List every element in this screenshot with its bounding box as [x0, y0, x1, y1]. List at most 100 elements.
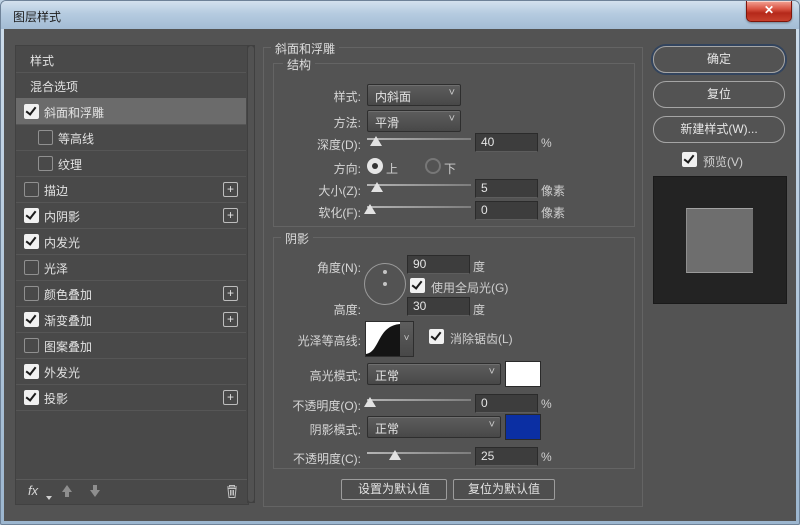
angle-field[interactable]: 90: [407, 255, 470, 274]
fx-menu-caret-icon: [46, 496, 52, 500]
close-button[interactable]: ✕: [746, 1, 792, 22]
shading-legend: 阴影: [281, 230, 313, 247]
depth-field[interactable]: 40: [475, 133, 538, 152]
depth-label: 深度(D):: [267, 136, 361, 153]
checkbox[interactable]: [24, 208, 39, 223]
slider-thumb[interactable]: [371, 182, 383, 192]
sidebar-item-stroke[interactable]: 描边 +: [16, 176, 246, 203]
slider-thumb[interactable]: [370, 136, 382, 146]
gloss-contour-thumbnail[interactable]: [365, 321, 401, 357]
ok-button[interactable]: 确定: [653, 46, 785, 73]
checkbox[interactable]: [38, 156, 53, 171]
size-field[interactable]: 5: [475, 179, 538, 198]
reset-default-button[interactable]: 复位为默认值: [453, 479, 555, 500]
chevron-down-icon: ˅: [489, 366, 495, 378]
window-title: 图层样式: [13, 8, 61, 25]
angle-dial[interactable]: [364, 263, 406, 305]
add-effect-icon[interactable]: +: [223, 312, 238, 327]
direction-label: 方向:: [267, 160, 361, 177]
sidebar-item-contour[interactable]: 等高线: [16, 124, 246, 151]
gloss-contour-label: 光泽等高线:: [267, 332, 361, 349]
sidebar-item-pattern-overlay[interactable]: 图案叠加: [16, 332, 246, 359]
add-effect-icon[interactable]: +: [223, 390, 238, 405]
set-default-button[interactable]: 设置为默认值: [341, 479, 447, 500]
highlight-opacity-slider[interactable]: [367, 394, 471, 408]
checkbox[interactable]: [24, 338, 39, 353]
sidebar-item-satin[interactable]: 光泽: [16, 254, 246, 281]
style-preview: [653, 176, 787, 304]
soften-field[interactable]: 0: [475, 201, 538, 220]
size-slider[interactable]: [367, 179, 471, 193]
style-dropdown[interactable]: 内斜面 ˅: [367, 84, 461, 106]
checkbox[interactable]: [24, 364, 39, 379]
sidebar-item-texture[interactable]: 纹理: [16, 150, 246, 177]
technique-label: 方法:: [267, 114, 361, 131]
highlight-mode-label: 高光模式:: [267, 367, 361, 384]
gloss-contour-dropdown[interactable]: ˅: [400, 321, 414, 357]
add-effect-icon[interactable]: +: [223, 286, 238, 301]
checkbox[interactable]: [24, 104, 39, 119]
soften-label: 软化(F):: [267, 204, 361, 221]
move-effect-up-button[interactable]: [60, 484, 74, 498]
sidebar-item-gradient-overlay[interactable]: 渐变叠加 +: [16, 306, 246, 333]
direction-up-radio[interactable]: [367, 158, 383, 174]
styles-list-scrollbar[interactable]: [247, 45, 255, 503]
checkbox[interactable]: [24, 312, 39, 327]
sidebar-item-color-overlay[interactable]: 颜色叠加 +: [16, 280, 246, 307]
highlight-opacity-field[interactable]: 0: [475, 394, 538, 413]
sidebar-item-inner-shadow[interactable]: 内阴影 +: [16, 202, 246, 229]
sidebar-item-bevel-emboss[interactable]: 斜面和浮雕: [16, 98, 246, 125]
sidebar-item-blending-options[interactable]: 混合选项: [16, 72, 246, 99]
highlight-mode-dropdown[interactable]: 正常 ˅: [367, 363, 501, 385]
titlebar[interactable]: 图层样式 ✕: [1, 1, 799, 29]
reset-button[interactable]: 复位: [653, 81, 785, 108]
angle-label: 角度(N):: [267, 259, 361, 276]
shadow-color-swatch[interactable]: [505, 414, 541, 440]
checkbox[interactable]: [24, 234, 39, 249]
move-effect-down-button[interactable]: [88, 484, 102, 498]
new-style-button[interactable]: 新建样式(W)...: [653, 116, 785, 143]
delete-effect-button[interactable]: [224, 483, 240, 499]
fx-menu-button[interactable]: fx: [28, 483, 38, 498]
trash-icon: [224, 483, 240, 499]
shadow-opacity-label: 不透明度(C):: [267, 450, 361, 467]
style-label: 样式:: [267, 88, 361, 105]
checkbox[interactable]: [38, 130, 53, 145]
angle-dial-marker: [383, 270, 387, 274]
styles-list-panel: 样式 混合选项 斜面和浮雕 等高线 纹理 描边 + 内阴影 + 内发: [15, 45, 249, 505]
direction-down-radio[interactable]: [425, 158, 441, 174]
shadow-mode-dropdown[interactable]: 正常 ˅: [367, 416, 501, 438]
depth-slider[interactable]: [367, 133, 471, 147]
slider-thumb[interactable]: [389, 450, 401, 460]
use-global-light-checkbox[interactable]: [410, 278, 425, 293]
soften-slider[interactable]: [367, 201, 471, 215]
checkbox[interactable]: [24, 390, 39, 405]
sidebar-item-drop-shadow[interactable]: 投影 +: [16, 384, 246, 411]
chevron-down-icon: ˅: [449, 113, 455, 125]
checkbox[interactable]: [24, 286, 39, 301]
add-effect-icon[interactable]: +: [223, 208, 238, 223]
styles-list-footer: fx: [16, 479, 248, 504]
highlight-color-swatch[interactable]: [505, 361, 541, 387]
altitude-field[interactable]: 30: [407, 297, 470, 316]
sidebar-item-styles[interactable]: 样式: [16, 46, 246, 73]
checkbox[interactable]: [24, 182, 39, 197]
anti-alias-checkbox[interactable]: [429, 329, 444, 344]
add-effect-icon[interactable]: +: [223, 182, 238, 197]
highlight-opacity-label: 不透明度(O):: [267, 397, 361, 414]
scrollbar-thumb[interactable]: [248, 46, 254, 502]
slider-thumb[interactable]: [364, 204, 376, 214]
technique-dropdown[interactable]: 平滑 ˅: [367, 110, 461, 132]
layer-style-dialog: 图层样式 ✕ 样式 混合选项 斜面和浮雕 等高线 纹理 描边 +: [0, 0, 800, 525]
size-label: 大小(Z):: [267, 182, 361, 199]
chevron-down-icon: ˅: [489, 419, 495, 431]
chevron-down-icon: ˅: [404, 333, 410, 344]
preview-checkbox[interactable]: [682, 152, 697, 167]
sidebar-item-outer-glow[interactable]: 外发光: [16, 358, 246, 385]
sidebar-item-inner-glow[interactable]: 内发光: [16, 228, 246, 255]
slider-thumb[interactable]: [364, 397, 376, 407]
checkbox[interactable]: [24, 260, 39, 275]
close-icon: ✕: [764, 3, 774, 17]
shadow-opacity-field[interactable]: 25: [475, 447, 538, 466]
shadow-opacity-slider[interactable]: [367, 447, 471, 461]
